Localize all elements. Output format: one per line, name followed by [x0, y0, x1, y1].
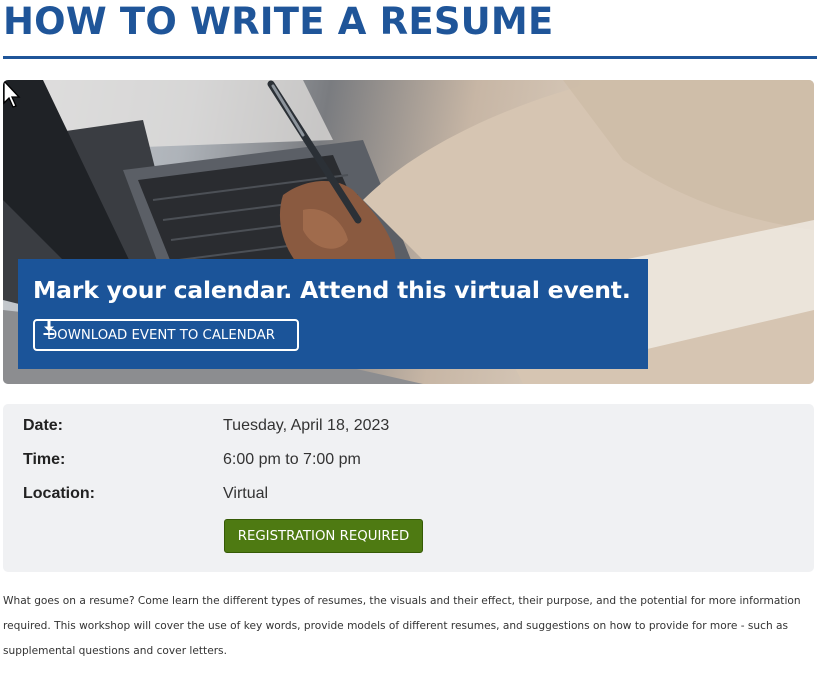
page-title: HOW TO WRITE A RESUME — [3, 0, 554, 43]
location-label: Location: — [23, 485, 95, 502]
hero-image: Mark your calendar. Attend this virtual … — [3, 80, 814, 384]
calendar-banner: Mark your calendar. Attend this virtual … — [18, 259, 648, 369]
download-calendar-button[interactable]: DOWNLOAD EVENT TO CALENDAR — [33, 319, 299, 351]
date-label: Date: — [23, 417, 64, 434]
event-description: What goes on a resume? Come learn the di… — [3, 595, 801, 657]
banner-heading: Mark your calendar. Attend this virtual … — [33, 276, 631, 304]
event-details-panel: Date: Tuesday, April 18, 2023 Time: 6:00… — [3, 404, 814, 572]
registration-required-button[interactable]: REGISTRATION REQUIRED — [224, 519, 423, 553]
time-value: 6:00 pm to 7:00 pm — [223, 451, 361, 468]
date-value: Tuesday, April 18, 2023 — [223, 417, 390, 434]
title-divider — [3, 56, 817, 59]
download-calendar-label: DOWNLOAD EVENT TO CALENDAR — [47, 327, 276, 343]
download-icon — [43, 321, 55, 335]
mouse-cursor-icon — [3, 80, 21, 108]
time-label: Time: — [23, 451, 66, 468]
location-value: Virtual — [223, 485, 269, 502]
